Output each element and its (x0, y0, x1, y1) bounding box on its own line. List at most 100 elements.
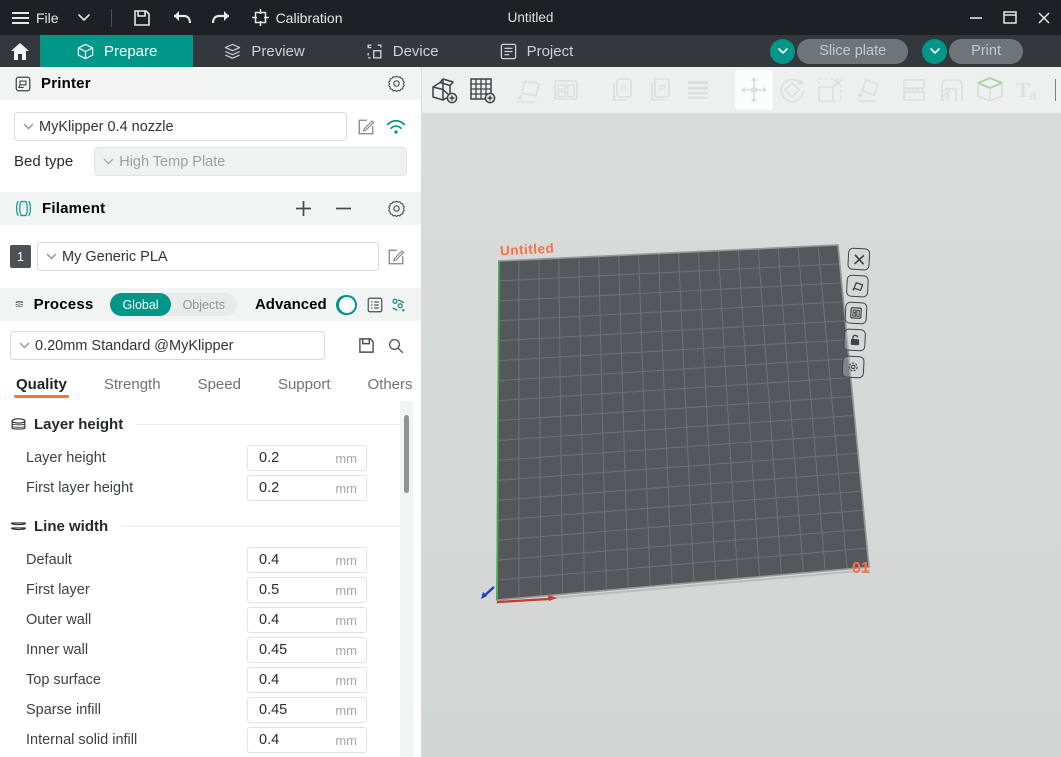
text-shape-button[interactable]: Ta (1009, 70, 1047, 110)
internal-solid-infill-line-width-input[interactable]: 0.4 mm (247, 727, 367, 753)
parameter-table-button[interactable] (366, 294, 384, 316)
maximize-icon (1003, 11, 1017, 24)
variable-layer-height-button[interactable] (679, 70, 717, 110)
move-tool-button[interactable] (735, 70, 773, 110)
first-layer-height-input[interactable]: 0.2 mm (247, 475, 367, 501)
search-icon (387, 337, 405, 355)
outer-wall-line-width-input[interactable]: 0.4 mm (247, 607, 367, 633)
plate-name-label: Untitled (500, 241, 555, 259)
save-button[interactable] (122, 0, 162, 35)
process-preset-select[interactable]: 0.20mm Standard @MyKlipper (10, 331, 325, 360)
print-options-button[interactable] (922, 39, 947, 64)
bed-type-select[interactable]: High Temp Plate (94, 147, 407, 176)
support-painting-button[interactable] (933, 70, 971, 110)
lock-plate-button[interactable] (843, 328, 866, 351)
file-dropdown-button[interactable] (67, 0, 101, 35)
slice-plate-split-button: Slice plate (770, 39, 908, 64)
add-object-button[interactable] (425, 70, 463, 110)
remove-filament-button[interactable] (332, 198, 354, 220)
tab-device[interactable]: Device (335, 35, 469, 67)
printer-preset-select[interactable]: MyKlipper 0.4 nozzle (14, 112, 347, 141)
tab-project[interactable]: Project (469, 35, 604, 67)
file-menu[interactable]: File (0, 0, 67, 35)
viewport-canvas[interactable]: Untitled 01 (422, 114, 1061, 757)
scope-global-button[interactable]: Global (110, 293, 170, 316)
app-window: Untitled File Calibration (0, 0, 1061, 757)
slice-options-button[interactable] (770, 39, 795, 64)
edit-printer-preset-button[interactable] (355, 116, 377, 138)
undo-button[interactable] (162, 0, 202, 35)
plus-icon (296, 201, 311, 216)
rotate-tool-button[interactable] (773, 70, 811, 110)
filament-slot-badge[interactable]: 1 (10, 245, 31, 268)
tab-quality[interactable]: Quality (16, 376, 67, 401)
arrange-plate-button[interactable] (844, 301, 867, 324)
inner-wall-line-width-input[interactable]: 0.45 mm (247, 637, 367, 663)
maximize-button[interactable] (993, 0, 1027, 35)
setting-unit: mm (335, 733, 366, 748)
split-to-parts-button[interactable]: P (641, 70, 679, 110)
cut-tool-button[interactable] (895, 70, 933, 110)
printer-connection-button[interactable] (385, 116, 407, 138)
edit-filament-preset-button[interactable] (385, 246, 407, 268)
sparse-infill-line-width-input[interactable]: 0.45 mm (247, 697, 367, 723)
tab-strength[interactable]: Strength (104, 376, 161, 401)
filament-settings-button[interactable] (385, 198, 407, 220)
redo-icon (212, 10, 231, 25)
scale-icon (815, 75, 845, 105)
chevron-down-icon (103, 158, 114, 165)
filament-preset-select[interactable]: My Generic PLA (37, 242, 379, 271)
tab-others[interactable]: Others (368, 376, 413, 401)
tab-speed[interactable]: Speed (198, 376, 241, 401)
process-scope-toggle: Global Objects (110, 293, 237, 316)
split-to-objects-button[interactable]: 0 (603, 70, 641, 110)
calibration-button[interactable]: Calibration (242, 0, 353, 35)
setting-label: Inner wall (26, 642, 88, 658)
process-tabs: Quality Strength Speed Support Others (0, 370, 421, 401)
build-plate-3d[interactable] (422, 114, 1061, 756)
save-preset-button[interactable] (355, 335, 377, 357)
top-surface-line-width-input[interactable]: 0.4 mm (247, 667, 367, 693)
delete-plate-button[interactable] (847, 248, 870, 271)
first-layer-line-width-input[interactable]: 0.5 mm (247, 577, 367, 603)
svg-text:AUTO: AUTO (526, 80, 539, 85)
add-filament-button[interactable] (292, 198, 314, 220)
color-painting-button[interactable] (971, 70, 1009, 110)
plate-settings-button[interactable] (842, 355, 865, 378)
setting-row-outer-wall: Outer wall 0.4 mm (0, 605, 421, 635)
device-icon (365, 42, 384, 61)
close-button[interactable] (1027, 0, 1061, 35)
home-button[interactable] (0, 35, 40, 67)
tab-prepare[interactable]: Prepare (40, 35, 193, 67)
auto-orient-button[interactable]: AUTO (509, 70, 547, 110)
printer-settings-button[interactable] (385, 73, 407, 95)
bed-type-value: High Temp Plate (119, 154, 225, 170)
cut-icon (899, 75, 929, 105)
compare-presets-button[interactable] (389, 294, 407, 316)
settings-scrollbar-thumb[interactable] (404, 415, 409, 493)
rotate-icon (777, 75, 807, 105)
arrange-button[interactable] (547, 70, 585, 110)
print-button[interactable]: Print (949, 39, 1023, 64)
lay-on-face-button[interactable] (849, 70, 887, 110)
tab-preview[interactable]: Preview (193, 35, 334, 67)
group-divider (136, 424, 407, 425)
minimize-button[interactable] (959, 0, 993, 35)
tab-project-label: Project (527, 43, 574, 60)
hamburger-icon (12, 11, 29, 25)
default-line-width-input[interactable]: 0.4 mm (247, 547, 367, 573)
redo-button[interactable] (202, 0, 242, 35)
tab-support[interactable]: Support (278, 376, 331, 401)
setting-value: 0.4 (248, 612, 335, 628)
viewport: AUTO 0 P (422, 67, 1061, 757)
advanced-toggle[interactable] (336, 295, 357, 315)
settings-scrollbar-track[interactable] (400, 401, 413, 757)
group-title: Layer height (34, 416, 123, 433)
layer-height-input[interactable]: 0.2 mm (247, 445, 367, 471)
search-settings-button[interactable] (385, 335, 407, 357)
orient-plate-button[interactable] (846, 274, 869, 297)
scope-objects-button[interactable]: Objects (171, 293, 237, 316)
slice-plate-button[interactable]: Slice plate (797, 39, 908, 64)
scale-tool-button[interactable] (811, 70, 849, 110)
add-plate-button[interactable] (463, 70, 501, 110)
